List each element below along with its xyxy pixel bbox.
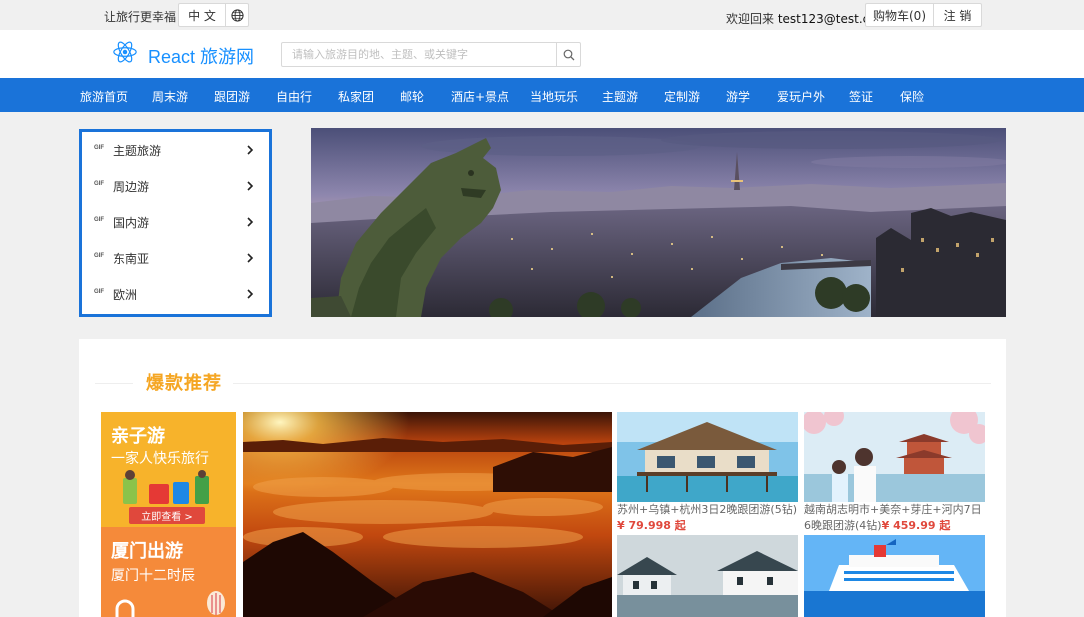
logout-button[interactable]: 注 销 — [933, 3, 982, 27]
search-input[interactable] — [281, 42, 557, 67]
divider — [233, 383, 991, 384]
welcome-message: 欢迎回来 test123@test.com — [726, 10, 888, 27]
gif-badge: GIF — [94, 253, 104, 259]
cart-button[interactable]: 购物车(0) — [865, 3, 934, 27]
side-menu-item[interactable]: GIF 国内游 — [82, 204, 269, 240]
globe-icon — [230, 8, 244, 22]
sunset-sea-of-clouds — [243, 412, 612, 617]
nav-item[interactable]: 签证 — [849, 88, 873, 105]
product-price: ¥ 79.998 起 — [617, 519, 686, 532]
side-menu-label: 欧洲 — [113, 288, 138, 302]
nav-item[interactable]: 保险 — [900, 88, 924, 105]
side-menu-item[interactable]: GIF 周边游 — [82, 168, 269, 204]
family-illustration — [123, 470, 209, 504]
welcome-prefix: 欢迎回来 — [726, 12, 775, 26]
water-villa-illustration — [617, 412, 798, 502]
chevron-right-icon — [247, 181, 254, 191]
nav-item[interactable]: 酒店+景点 — [451, 88, 509, 105]
product-image[interactable] — [804, 535, 985, 617]
side-menu-item[interactable]: GIF 东南亚 — [82, 240, 269, 276]
product-title: 苏州+乌镇+杭州3日2晚跟团游(5钻) — [617, 503, 798, 516]
gif-badge: GIF — [94, 181, 104, 187]
nav-item[interactable]: 跟团游 — [214, 88, 250, 105]
side-menu: GIF 主题旅游 GIF 周边游 GIF 国内游 GIF 东南亚 GIF 欧洲 — [79, 129, 272, 317]
chevron-right-icon — [247, 289, 254, 299]
hero-banner-image[interactable] — [311, 128, 1006, 317]
promo-title: 厦门出游 — [111, 541, 183, 562]
chevron-right-icon — [247, 217, 254, 227]
nav-item[interactable]: 定制游 — [664, 88, 700, 105]
view-now-button[interactable]: 立即查看 > — [129, 507, 205, 524]
main-nav: 旅游首页 周末游 跟团游 自由行 私家团 邮轮 酒店+景点 当地玩乐 主题游 定… — [0, 78, 1084, 112]
side-menu-item[interactable]: GIF 主题旅游 — [82, 132, 269, 168]
nav-item[interactable]: 周末游 — [152, 88, 188, 105]
top-utility-bar: 让旅行更幸福 中 文 欢迎回来 test123@test.com 购物车(0) … — [0, 0, 1084, 30]
language-button[interactable]: 中 文 — [178, 3, 226, 27]
divider — [95, 383, 133, 384]
paris-skyline-illustration — [311, 128, 1006, 317]
side-menu-label: 周边游 — [113, 180, 150, 194]
gif-badge: GIF — [94, 217, 104, 223]
family-pagoda-illustration — [804, 412, 985, 502]
promo-xiamen-trip[interactable]: 厦门出游 厦门十二时辰 — [101, 527, 236, 617]
gif-badge: GIF — [94, 145, 104, 151]
recommend-section: 爆款推荐 亲子游 一家人快乐旅行 立即查看 > 厦门出游 厦门十二时辰 苏州+乌… — [79, 339, 1006, 617]
slogan: 让旅行更幸福 — [104, 10, 177, 24]
promo-family-trip[interactable]: 亲子游 一家人快乐旅行 立即查看 > — [101, 412, 236, 527]
product-image[interactable] — [617, 535, 798, 617]
product-image[interactable] — [804, 412, 985, 502]
nav-item[interactable]: 主题游 — [602, 88, 638, 105]
site-logo-text[interactable]: React 旅游网 — [148, 43, 254, 69]
product-caption[interactable]: 苏州+乌镇+杭州3日2晚跟团游(5钻) ¥ 79.998 起 — [617, 502, 800, 534]
header: React 旅游网 — [0, 30, 1084, 78]
product-price: ¥ 459.99 起 — [881, 519, 951, 532]
featured-sunset-image[interactable] — [243, 412, 612, 617]
nav-item[interactable]: 自由行 — [276, 88, 312, 105]
product-image[interactable] — [617, 412, 798, 502]
side-menu-item[interactable]: GIF 欧洲 — [82, 276, 269, 312]
promo-subtitle: 厦门十二时辰 — [111, 568, 195, 584]
promo-subtitle: 一家人快乐旅行 — [111, 451, 209, 467]
section-title: 爆款推荐 — [146, 373, 222, 394]
nav-item[interactable]: 旅游首页 — [80, 88, 128, 105]
product-caption[interactable]: 越南胡志明市+美奈+芽庄+河内7日6晚跟团游(4钻)¥ 459.99 起 — [804, 502, 987, 534]
search-icon — [563, 49, 574, 60]
side-menu-label: 国内游 — [113, 216, 150, 230]
nav-item[interactable]: 游学 — [726, 88, 750, 105]
language-dropdown-button[interactable] — [225, 3, 249, 27]
side-menu-label: 主题旅游 — [113, 144, 162, 158]
search-button[interactable] — [556, 42, 581, 67]
promo-decor-illustration — [115, 591, 225, 617]
chevron-right-icon — [247, 253, 254, 263]
side-menu-label: 东南亚 — [113, 252, 150, 266]
promo-title: 亲子游 — [111, 426, 165, 447]
react-logo-icon[interactable] — [112, 39, 138, 65]
nav-item[interactable]: 私家团 — [338, 88, 374, 105]
gif-badge: GIF — [94, 289, 104, 295]
nav-item[interactable]: 爱玩户外 — [777, 88, 825, 105]
chevron-right-icon — [247, 145, 254, 155]
nav-item[interactable]: 邮轮 — [400, 88, 424, 105]
cruise-ship-illustration — [804, 535, 985, 617]
water-town-illustration — [617, 535, 798, 617]
nav-item[interactable]: 当地玩乐 — [530, 88, 578, 105]
